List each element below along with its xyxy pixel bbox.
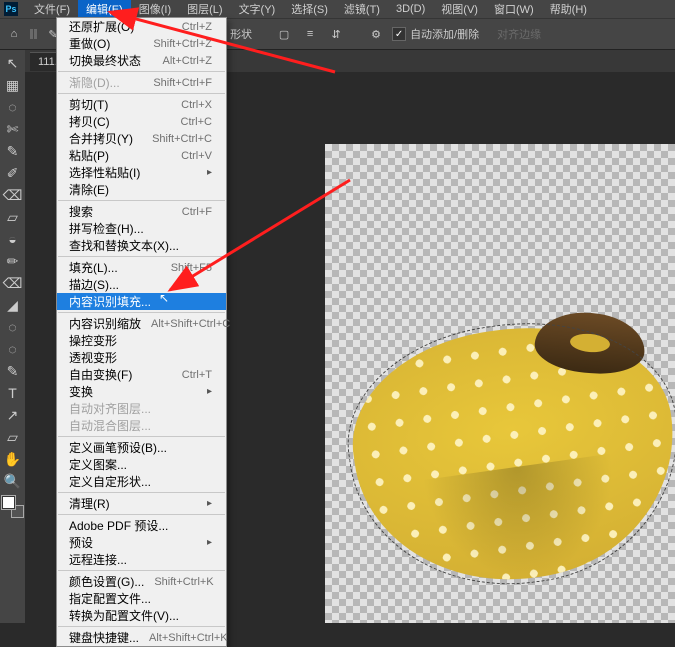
crop-tool[interactable]: ✄ [2,118,24,140]
menu-item[interactable]: 键盘快捷键...Alt+Shift+Ctrl+K [57,629,226,646]
menu-item[interactable]: 查找和替换文本(X)... [57,237,226,254]
marquee-tool[interactable]: ▦ [2,74,24,96]
menu-item[interactable]: 预设 [57,534,226,551]
menu-item[interactable]: 内容识别填充... [57,293,226,310]
gradient-tool[interactable]: ◢ [2,294,24,316]
menu-item[interactable]: 还原扩展(O)Ctrl+Z [57,18,226,35]
menu-item[interactable]: 指定配置文件... [57,590,226,607]
menu-item[interactable]: 选择性粘贴(I) [57,164,226,181]
menu-view[interactable]: 视图(V) [433,0,486,19]
brush-tool[interactable]: ▱ [2,206,24,228]
menu-item[interactable]: 自由变换(F)Ctrl+T [57,366,226,383]
menu-item[interactable]: 颜色设置(G)...Shift+Ctrl+K [57,573,226,590]
menu-item[interactable]: 定义自定形状... [57,473,226,490]
menu-item[interactable]: 定义画笔预设(B)... [57,439,226,456]
home-icon[interactable]: ⌂ [4,24,24,44]
menu-type[interactable]: 文字(Y) [231,0,284,19]
menu-item[interactable]: 操控变形 [57,332,226,349]
auto-label: 自动添加/删除 [410,26,479,42]
menu-item[interactable]: 清理(R) [57,495,226,512]
menu-item[interactable]: 搜索Ctrl+F [57,203,226,220]
menu-item[interactable]: 转换为配置文件(V)... [57,607,226,624]
menu-item[interactable]: 描边(S)... [57,276,226,293]
menu-item[interactable]: 内容识别缩放Alt+Shift+Ctrl+C [57,315,226,332]
blur-tool[interactable]: ◌ [2,316,24,338]
menu-item[interactable]: 变换 [57,383,226,400]
menu-item[interactable]: 拼写检查(H)... [57,220,226,237]
menu-item[interactable]: 重做(O)Shift+Ctrl+Z [57,35,226,52]
path-align-icon[interactable]: ≡ [300,24,320,44]
fg-color[interactable] [2,496,15,509]
color-swatches[interactable] [2,496,24,518]
path-combine-icon[interactable]: ▢ [274,24,294,44]
grip-icon [30,29,37,39]
menu-item[interactable]: 切换最终状态Alt+Ctrl+Z [57,52,226,69]
app-icon: Ps [4,2,18,16]
menu-window[interactable]: 窗口(W) [486,0,542,19]
menu-item[interactable]: 拷贝(C)Ctrl+C [57,113,226,130]
align-edges-label: 对齐边缘 [497,26,541,42]
frame-tool[interactable]: ✎ [2,140,24,162]
shape-tool[interactable]: ▱ [2,426,24,448]
history-brush-tool[interactable]: ✏ [2,250,24,272]
menu-item[interactable]: 清除(E) [57,181,226,198]
menu-bar: Ps 文件(F) 编辑(E) 图像(I) 图层(L) 文字(Y) 选择(S) 滤… [0,0,675,18]
checkbox-icon[interactable]: ✓ [392,27,406,41]
menu-item[interactable]: 远程连接... [57,551,226,568]
eraser-tool[interactable]: ⌫ [2,272,24,294]
auto-add-delete[interactable]: ✓ 自动添加/删除 [392,26,479,42]
image-subject [355,329,675,579]
tool-panel: ↖ ▦ ◌ ✄ ✎ ✐ ⌫ ▱ ◒ ✏ ⌫ ◢ ◌ ◌ ✎ T ↗ ▱ ✋ 🔍 [0,50,25,623]
path-arrange-icon[interactable]: ⇵ [326,24,346,44]
menu-item[interactable]: 自动对齐图层... [57,400,226,417]
menu-item[interactable]: 剪切(T)Ctrl+X [57,96,226,113]
type-tool[interactable]: T [2,382,24,404]
gear-icon[interactable]: ⚙ [366,24,386,44]
menu-item[interactable]: 合并拷贝(Y)Shift+Ctrl+C [57,130,226,147]
menu-help[interactable]: 帮助(H) [542,0,595,19]
zoom-tool[interactable]: 🔍 [2,470,24,492]
menu-item[interactable]: 渐隐(D)...Shift+Ctrl+F [57,74,226,91]
edit-dropdown-menu: 还原扩展(O)Ctrl+Z重做(O)Shift+Ctrl+Z切换最终状态Alt+… [56,17,227,647]
menu-filter[interactable]: 滤镜(T) [336,0,388,19]
menu-item[interactable]: 透视变形 [57,349,226,366]
menu-item[interactable]: 粘贴(P)Ctrl+V [57,147,226,164]
menu-select[interactable]: 选择(S) [283,0,336,19]
menu-item[interactable]: 自动混合图层... [57,417,226,434]
lasso-tool[interactable]: ◌ [2,96,24,118]
hand-tool[interactable]: ✋ [2,448,24,470]
move-tool[interactable]: ↖ [2,52,24,74]
menu-3d[interactable]: 3D(D) [388,1,433,17]
shape-label[interactable]: 形状 [230,26,252,42]
menu-item[interactable]: 定义图案... [57,456,226,473]
heal-tool[interactable]: ⌫ [2,184,24,206]
menu-item[interactable]: 填充(L)...Shift+F5 [57,259,226,276]
pen-tool[interactable]: ✎ [2,360,24,382]
stamp-tool[interactable]: ◒ [2,228,24,250]
document-canvas[interactable] [325,144,675,623]
menu-item[interactable]: Adobe PDF 预设... [57,517,226,534]
path-select-tool[interactable]: ↗ [2,404,24,426]
dodge-tool[interactable]: ◌ [2,338,24,360]
eyedropper-tool[interactable]: ✐ [2,162,24,184]
